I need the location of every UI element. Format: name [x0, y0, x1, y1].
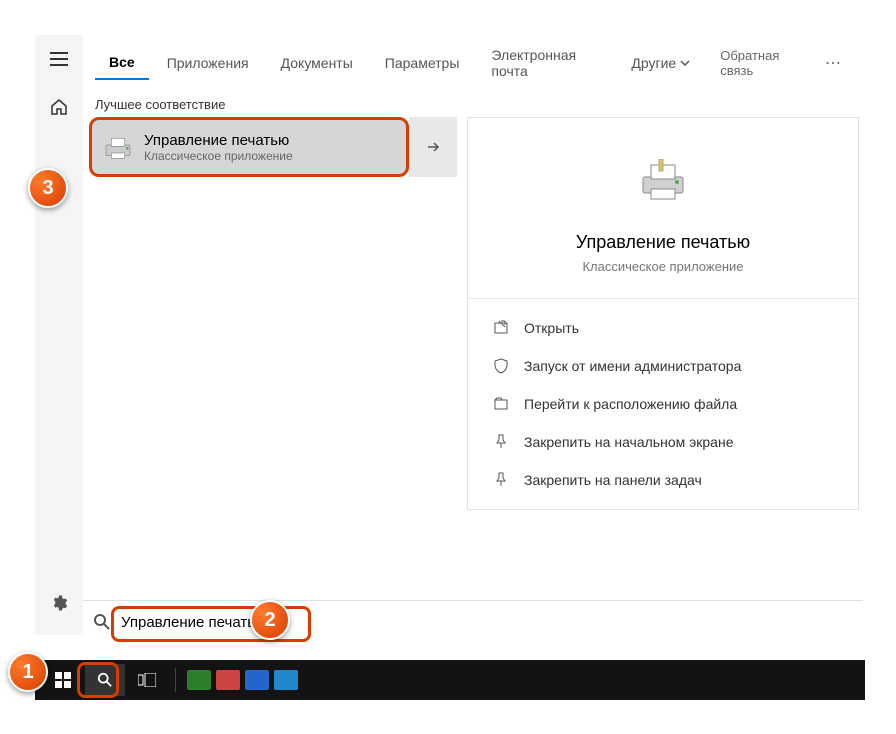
- best-match-label: Лучшее соответствие: [95, 97, 225, 112]
- step-bubble-1: 1: [8, 652, 48, 692]
- printer-icon: [102, 131, 134, 163]
- taskbar-app[interactable]: [216, 670, 240, 690]
- preview-title: Управление печатью: [488, 232, 838, 253]
- action-open[interactable]: Открыть: [468, 309, 858, 347]
- tab-apps[interactable]: Приложения: [153, 47, 263, 79]
- chevron-down-icon: [680, 60, 690, 66]
- action-pin-taskbar[interactable]: Закрепить на панели задач: [468, 461, 858, 499]
- taskbar-app[interactable]: [245, 670, 269, 690]
- step-bubble-2: 2: [250, 600, 290, 640]
- tab-all[interactable]: Все: [95, 46, 149, 80]
- step-bubble-3: 3: [28, 168, 68, 208]
- search-taskbar-button[interactable]: [85, 664, 125, 696]
- home-button[interactable]: [35, 83, 83, 131]
- search-tabs: Все Приложения Документы Параметры Элект…: [83, 35, 865, 91]
- arrow-right-icon: [425, 139, 441, 155]
- preview-subtitle: Классическое приложение: [488, 259, 838, 274]
- more-button[interactable]: ⋯: [815, 45, 853, 81]
- taskbar-app[interactable]: [187, 670, 211, 690]
- folder-icon: [492, 395, 510, 413]
- action-pin-start[interactable]: Закрепить на начальном экране: [468, 423, 858, 461]
- best-match-subtitle: Классическое приложение: [144, 149, 396, 163]
- start-sidebar: [35, 35, 83, 635]
- search-bar: [83, 600, 863, 644]
- taskbar-app[interactable]: [274, 670, 298, 690]
- action-run-admin[interactable]: Запуск от имени администратора: [468, 347, 858, 385]
- search-icon: [93, 613, 113, 633]
- feedback-link[interactable]: Обратная связь: [712, 40, 811, 86]
- settings-button[interactable]: [35, 579, 83, 627]
- tab-settings[interactable]: Параметры: [371, 47, 474, 79]
- pin-taskbar-icon: [492, 471, 510, 489]
- hamburger-menu-button[interactable]: [35, 35, 83, 83]
- tab-docs[interactable]: Документы: [267, 47, 367, 79]
- best-match-result[interactable]: Управление печатью Классическое приложен…: [89, 117, 409, 177]
- open-icon: [492, 319, 510, 337]
- tab-email[interactable]: Электронная почта: [477, 39, 613, 87]
- result-preview-panel: Управление печатью Классическое приложен…: [467, 117, 859, 510]
- taskview-button[interactable]: [127, 664, 167, 696]
- pin-icon: [492, 433, 510, 451]
- search-input[interactable]: [121, 614, 853, 631]
- start-button[interactable]: [43, 664, 83, 696]
- printer-large-icon: [631, 148, 695, 212]
- best-match-title: Управление печатью: [144, 132, 396, 149]
- action-file-location[interactable]: Перейти к расположению файла: [468, 385, 858, 423]
- taskbar: [35, 660, 865, 700]
- shield-icon: [492, 357, 510, 375]
- expand-arrow-button[interactable]: [409, 117, 457, 177]
- tab-other[interactable]: Другие: [617, 47, 704, 79]
